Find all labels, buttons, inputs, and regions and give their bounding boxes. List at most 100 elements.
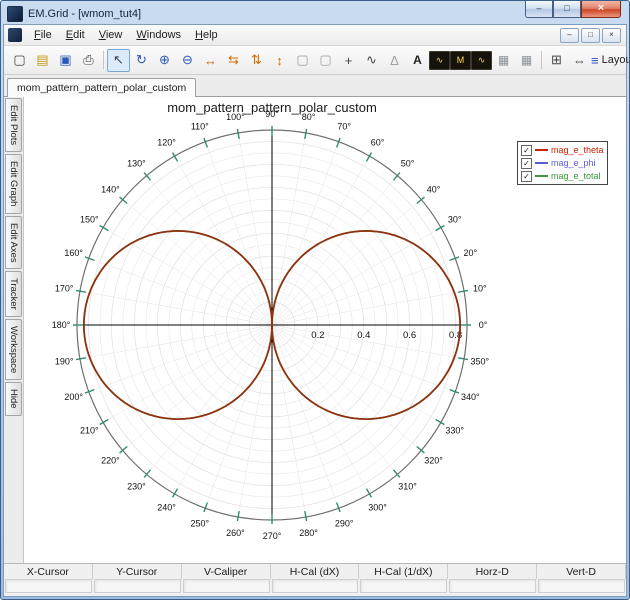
text-label-icon: A [413, 53, 422, 67]
sidebar-tab-tracker[interactable]: Tracker [5, 271, 22, 317]
tab-active[interactable]: mom_pattern_pattern_polar_custom [7, 78, 196, 97]
angle-tick [305, 129, 307, 139]
status-col-x-cursor: X-Cursor [4, 564, 93, 579]
angle-label: 280° [299, 528, 318, 538]
angle-label: 250° [190, 518, 209, 528]
angle-label: 310° [398, 482, 417, 492]
sidebar-tab-hide[interactable]: Hide [5, 382, 22, 416]
legend-line-mag-e-total [535, 175, 548, 177]
sidebar-tab-edit-plots[interactable]: Edit Plots [5, 98, 22, 152]
grid-spoke [123, 200, 272, 325]
open-icon: ▤ [36, 52, 48, 68]
title-bar[interactable]: EM.Grid - [wmom_tut4] – □ × [3, 3, 627, 24]
app-icon [7, 6, 23, 22]
menu-item-view[interactable]: View [92, 27, 130, 43]
curve-button[interactable]: ∿ [360, 49, 383, 72]
angle-label: 230° [127, 482, 146, 492]
save-button[interactable]: ▣ [54, 49, 77, 72]
close-button[interactable]: × [581, 1, 621, 18]
grid-spoke [272, 325, 370, 494]
expand-button[interactable]: ⊞ [545, 49, 568, 72]
open-button[interactable]: ▤ [31, 49, 54, 72]
trace-1-button[interactable]: ∿ [429, 51, 450, 70]
grid-spoke [123, 325, 272, 450]
grid-spoke [272, 291, 464, 325]
print-button[interactable]: ⎙ [77, 49, 100, 72]
angle-label: 270° [263, 531, 282, 541]
angle-label: 70° [337, 122, 351, 132]
add-marker-button[interactable]: + [337, 49, 360, 72]
box-1-button[interactable]: ▢ [291, 49, 314, 72]
new-button[interactable]: ▢ [8, 49, 31, 72]
status-col-h-cal-1-dx: H-Cal (1/dX) [359, 564, 448, 579]
angle-label: 320° [424, 456, 443, 466]
window-title: EM.Grid - [wmom_tut4] [28, 8, 141, 20]
toolbar-separator [103, 51, 104, 69]
mdi-restore-button[interactable]: □ [581, 28, 600, 43]
trace-3-icon: ∿ [478, 55, 486, 66]
app-window: EM.Grid - [wmom_tut4] – □ × FileEditView… [0, 0, 630, 600]
menu-item-help[interactable]: Help [188, 27, 225, 43]
angle-label: 170° [55, 283, 74, 293]
angle-label: 180° [52, 320, 71, 330]
zoom-in-button[interactable]: ⊕ [153, 49, 176, 72]
trace-2-icon: M [457, 55, 465, 65]
angle-label: 240° [157, 503, 176, 513]
layout-button[interactable]: ≡ Layout [591, 53, 630, 68]
zoom-out-button[interactable]: ⊖ [176, 49, 199, 72]
arrows-button[interactable]: ⇔ [568, 49, 591, 72]
delta-icon: Δ [390, 53, 399, 68]
grid-spoke [272, 228, 441, 326]
angle-label: 260° [226, 528, 245, 538]
maximize-button[interactable]: □ [553, 1, 581, 18]
menu-item-edit[interactable]: Edit [59, 27, 92, 43]
angle-label: 110° [191, 122, 209, 132]
pointer-button[interactable]: ↖ [107, 49, 130, 72]
plot-area[interactable]: 0°10°20°30°40°50°60°70°80°90°100°110°120… [24, 97, 626, 563]
sidebar-tab-workspace[interactable]: Workspace [5, 319, 22, 380]
angle-label: 60° [371, 137, 385, 147]
angle-label: 290° [335, 518, 354, 528]
grid-spoke [103, 228, 272, 326]
legend-row: ✓mag_e_phi [521, 157, 604, 169]
legend-checkbox-mag-e-total[interactable]: ✓ [521, 171, 532, 182]
status-value-3 [183, 579, 270, 593]
fit-height-icon: ↕ [276, 53, 283, 68]
status-value-4 [272, 579, 359, 593]
grid-1-button[interactable]: ▦ [492, 49, 515, 72]
grid-spoke [272, 176, 397, 325]
pan-button[interactable]: ↻ [130, 49, 153, 72]
legend-checkbox-mag-e-phi[interactable]: ✓ [521, 158, 532, 169]
text-label-button[interactable]: A [406, 49, 429, 72]
trace-2-button[interactable]: M [450, 51, 471, 70]
fit-vertical-button[interactable]: ⇅ [245, 49, 268, 72]
menu-item-file[interactable]: File [27, 27, 59, 43]
angle-label: 330° [445, 426, 464, 436]
menu-item-windows[interactable]: Windows [129, 27, 188, 43]
angle-tick [305, 511, 307, 521]
trace-3-button[interactable]: ∿ [471, 51, 492, 70]
box-2-button[interactable]: ▢ [314, 49, 337, 72]
fit-horizontal-button[interactable]: ⇆ [222, 49, 245, 72]
mdi-controls: –□× [560, 28, 624, 43]
grid-2-button[interactable]: ▦ [515, 49, 538, 72]
fit-height-button[interactable]: ↕ [268, 49, 291, 72]
minimize-button[interactable]: – [525, 1, 553, 18]
print-icon: ⎙ [83, 52, 93, 68]
grid-1-icon: ▦ [498, 53, 509, 67]
delta-button[interactable]: Δ [383, 49, 406, 72]
chart-title: mom_pattern_pattern_polar_custom [24, 100, 520, 115]
legend-line-mag-e-theta [535, 149, 548, 151]
layout-label: Layout [602, 54, 630, 66]
angle-label: 190° [55, 357, 74, 367]
sidebar-tab-edit-graph[interactable]: Edit Graph [5, 154, 22, 213]
sidebar-tab-edit-axes[interactable]: Edit Axes [5, 216, 22, 270]
legend-checkbox-mag-e-theta[interactable]: ✓ [521, 145, 532, 156]
fit-width-button[interactable]: ↔ [199, 49, 222, 72]
mdi-minimize-button[interactable]: – [560, 28, 579, 43]
curve-icon: ∿ [366, 52, 377, 68]
sidebar: Edit Plots Edit Graph Edit AxesTracker Work… [4, 97, 24, 563]
mdi-close-button[interactable]: × [602, 28, 621, 43]
angle-tick [237, 129, 239, 139]
legend-line-mag-e-phi [535, 162, 548, 164]
